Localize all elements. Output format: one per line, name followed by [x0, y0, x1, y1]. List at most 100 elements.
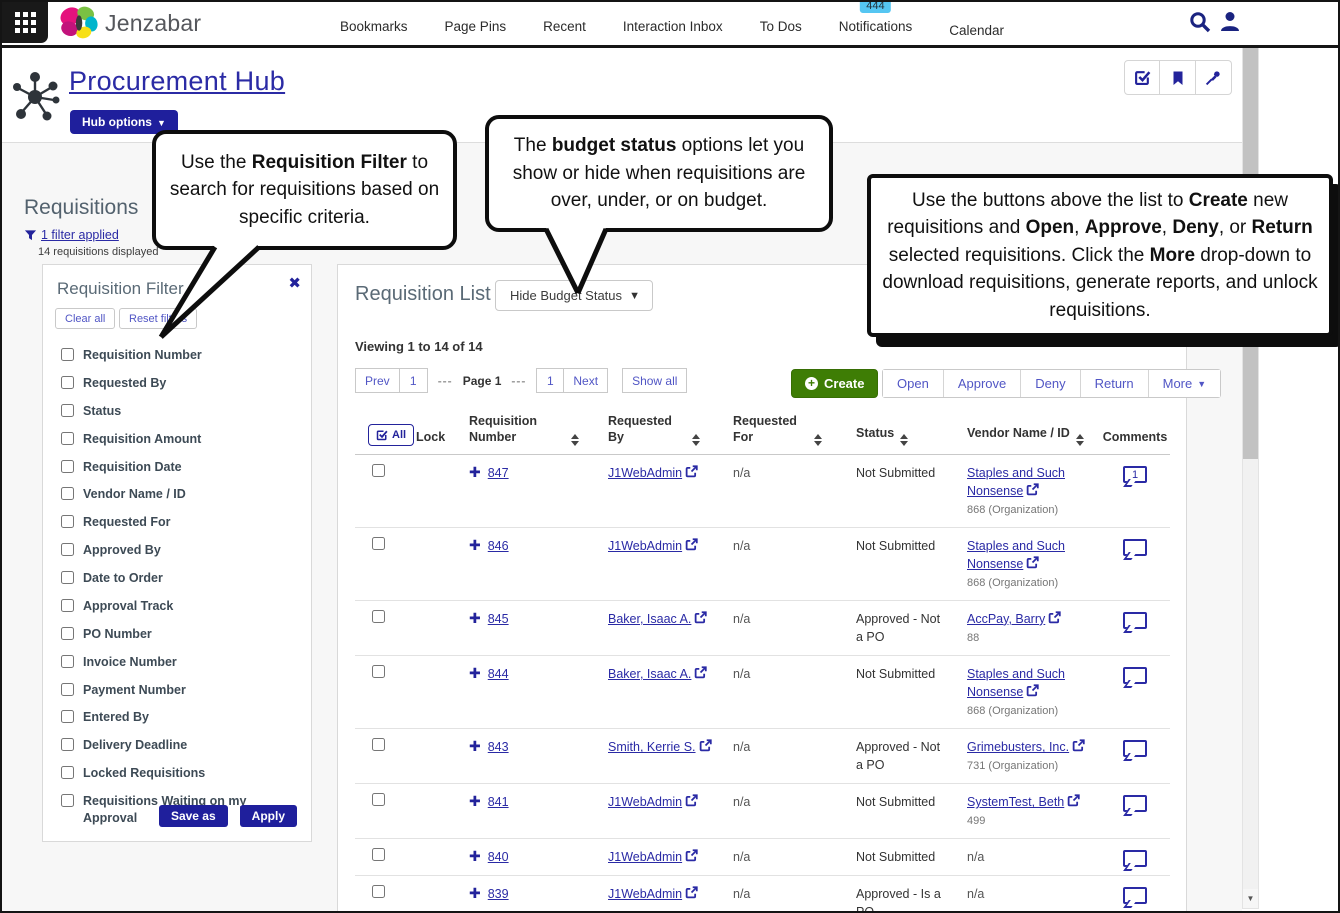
checkbox[interactable]	[61, 738, 74, 751]
requested-by-link[interactable]: J1WebAdmin	[608, 466, 682, 480]
prev-page-button[interactable]: Prev	[355, 368, 400, 393]
external-link-icon[interactable]	[685, 886, 698, 899]
filter-option-po-number[interactable]: PO Number	[61, 626, 299, 643]
nav-item-recent[interactable]: Recent	[543, 13, 586, 34]
nav-item-calendar[interactable]: Calendar	[949, 9, 1004, 38]
requisition-number-link[interactable]: 841	[488, 793, 509, 811]
column-header-requested-by[interactable]: Requested By	[593, 413, 718, 446]
checkbox[interactable]	[61, 794, 74, 807]
checkbox[interactable]	[61, 683, 74, 696]
checkbox[interactable]	[61, 599, 74, 612]
apply-button[interactable]: Apply	[240, 805, 297, 827]
checkbox[interactable]	[61, 432, 74, 445]
tasks-button[interactable]	[1124, 60, 1160, 95]
sort-icon[interactable]	[814, 434, 822, 446]
column-header-requested-for[interactable]: Requested For	[718, 413, 840, 446]
row-checkbox[interactable]	[372, 848, 385, 861]
comment-bubble-icon[interactable]	[1123, 740, 1147, 757]
filter-option-invoice-number[interactable]: Invoice Number	[61, 654, 299, 671]
row-checkbox[interactable]	[372, 793, 385, 806]
last-page-button[interactable]: 1	[536, 368, 564, 393]
requested-by-link[interactable]: Baker, Isaac A.	[608, 612, 691, 626]
nav-item-notifications[interactable]: 444 Notifications	[839, 13, 913, 34]
nav-item-to-dos[interactable]: To Dos	[760, 13, 802, 34]
sort-icon[interactable]	[692, 434, 700, 446]
filter-option-requisition-number[interactable]: Requisition Number	[61, 347, 299, 364]
column-header-status[interactable]: Status	[840, 425, 950, 446]
row-checkbox[interactable]	[372, 665, 385, 678]
expand-row-icon[interactable]: ✚	[469, 848, 481, 865]
filter-option-status[interactable]: Status	[61, 403, 299, 420]
checkbox[interactable]	[61, 766, 74, 779]
close-icon[interactable]: ✖	[288, 274, 301, 292]
checkbox[interactable]	[61, 404, 74, 417]
approve-button[interactable]: Approve	[943, 370, 1020, 397]
column-header-vendor[interactable]: Vendor Name / ID	[950, 425, 1100, 446]
requisition-number-link[interactable]: 839	[488, 885, 509, 903]
user-account-icon[interactable]	[1218, 10, 1242, 34]
checkbox[interactable]	[61, 487, 74, 500]
nav-item-interaction-inbox[interactable]: Interaction Inbox	[623, 13, 723, 34]
filter-option-requisition-amount[interactable]: Requisition Amount	[61, 431, 299, 448]
requisition-number-link[interactable]: 844	[488, 665, 509, 683]
requisition-number-link[interactable]: 847	[488, 464, 509, 482]
filter-option-delivery-deadline[interactable]: Delivery Deadline	[61, 737, 299, 754]
next-page-button[interactable]: Next	[564, 368, 608, 393]
row-checkbox[interactable]	[372, 885, 385, 898]
expand-row-icon[interactable]: ✚	[469, 793, 481, 810]
clear-all-button[interactable]: Clear all	[55, 308, 115, 329]
external-link-icon[interactable]	[694, 666, 707, 679]
more-dropdown-button[interactable]: More▼	[1148, 370, 1221, 397]
app-switcher-button[interactable]	[2, 2, 48, 43]
external-link-icon[interactable]	[685, 794, 698, 807]
requisition-number-link[interactable]: 846	[488, 537, 509, 555]
vendor-link[interactable]: Staples and Such Nonsense	[967, 466, 1065, 498]
vendor-link[interactable]: AccPay, Barry	[967, 612, 1045, 626]
comment-bubble-icon[interactable]	[1123, 850, 1147, 867]
comment-bubble-icon[interactable]	[1123, 795, 1147, 812]
return-button[interactable]: Return	[1080, 370, 1148, 397]
expand-row-icon[interactable]: ✚	[469, 885, 481, 902]
expand-row-icon[interactable]: ✚	[469, 464, 481, 481]
sort-icon[interactable]	[1076, 434, 1084, 446]
external-link-icon[interactable]	[1048, 611, 1061, 624]
show-all-button[interactable]: Show all	[622, 368, 687, 393]
filter-option-requisition-date[interactable]: Requisition Date	[61, 459, 299, 476]
expand-row-icon[interactable]: ✚	[469, 610, 481, 627]
external-link-icon[interactable]	[694, 611, 707, 624]
filter-option-requested-for[interactable]: Requested For	[61, 514, 299, 531]
checkbox[interactable]	[61, 348, 74, 361]
checkbox[interactable]	[61, 627, 74, 640]
requisition-number-link[interactable]: 845	[488, 610, 509, 628]
filter-option-locked-requisitions[interactable]: Locked Requisitions	[61, 765, 299, 782]
checkbox[interactable]	[61, 515, 74, 528]
save-as-button[interactable]: Save as	[159, 805, 228, 827]
filter-option-approved-by[interactable]: Approved By	[61, 542, 299, 559]
filter-option-vendor-name-id[interactable]: Vendor Name / ID	[61, 486, 299, 503]
nav-item-bookmarks[interactable]: Bookmarks	[340, 13, 408, 34]
external-link-icon[interactable]	[685, 849, 698, 862]
filter-option-approval-track[interactable]: Approval Track	[61, 598, 299, 615]
vendor-link[interactable]: Grimebusters, Inc.	[967, 740, 1069, 754]
sort-icon[interactable]	[900, 434, 908, 446]
checkbox[interactable]	[61, 460, 74, 473]
deny-button[interactable]: Deny	[1020, 370, 1079, 397]
checkbox[interactable]	[61, 376, 74, 389]
row-checkbox[interactable]	[372, 738, 385, 751]
comment-bubble-icon[interactable]	[1123, 539, 1147, 556]
external-link-icon[interactable]	[1067, 794, 1080, 807]
comment-bubble-icon[interactable]	[1123, 887, 1147, 904]
external-link-icon[interactable]	[1026, 556, 1039, 569]
filter-option-requested-by[interactable]: Requested By	[61, 375, 299, 392]
requested-by-link[interactable]: J1WebAdmin	[608, 887, 682, 901]
row-checkbox[interactable]	[372, 610, 385, 623]
row-checkbox[interactable]	[372, 464, 385, 477]
expand-row-icon[interactable]: ✚	[469, 665, 481, 682]
comment-bubble-icon[interactable]: 1	[1123, 466, 1147, 483]
search-icon[interactable]	[1188, 10, 1212, 34]
external-link-icon[interactable]	[1026, 684, 1039, 697]
requisition-number-link[interactable]: 840	[488, 848, 509, 866]
external-link-icon[interactable]	[685, 538, 698, 551]
vendor-link[interactable]: SystemTest, Beth	[967, 795, 1064, 809]
checkbox[interactable]	[61, 571, 74, 584]
